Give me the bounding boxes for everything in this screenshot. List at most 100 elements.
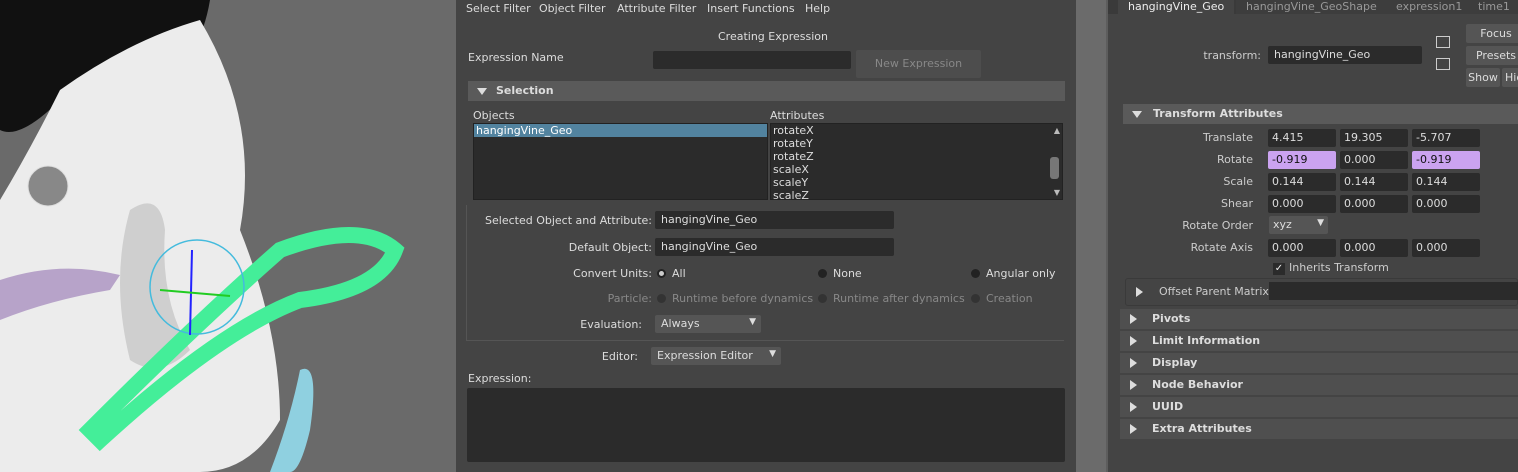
editor-dropdown[interactable]: Expression Editor ▼ [651, 347, 781, 365]
hide-button[interactable]: Hide [1502, 68, 1518, 87]
expression-editor-dialog: Select Filter Object Filter Attribute Fi… [456, 0, 1076, 472]
translate-y-field[interactable]: 19.305 [1340, 129, 1408, 147]
tab-time1[interactable]: time1 [1468, 0, 1518, 14]
rotate-order-row: Rotate Order xyz ▼ [1108, 216, 1518, 236]
section-display[interactable]: Display [1120, 353, 1518, 373]
scroll-down-icon[interactable]: ▼ [1054, 188, 1060, 197]
attribute-item[interactable]: scaleZ [771, 189, 1062, 199]
tab-hangingvine-geo[interactable]: hangingVine_Geo [1118, 0, 1235, 14]
radio-icon [657, 269, 666, 278]
convert-units-none-radio[interactable]: None [818, 267, 862, 280]
transform-name-field[interactable]: hangingVine_Geo [1268, 46, 1422, 64]
attributes-list[interactable]: rotateX rotateY rotateZ scaleX scaleY sc… [770, 123, 1063, 200]
rotate-y-field[interactable]: 0.000 [1340, 151, 1408, 169]
section-extra-attributes[interactable]: Extra Attributes [1120, 419, 1518, 439]
shear-xz-field[interactable]: 0.000 [1340, 195, 1408, 213]
object-item[interactable]: hangingVine_Geo [474, 124, 767, 137]
section-node-behavior[interactable]: Node Behavior [1120, 375, 1518, 395]
evaluation-dropdown[interactable]: Always ▼ [655, 315, 761, 333]
section-uuid[interactable]: UUID [1120, 397, 1518, 417]
shear-row: Shear 0.000 0.000 0.000 [1108, 194, 1518, 214]
attribute-item[interactable]: scaleX [771, 163, 1062, 176]
menu-attribute-filter[interactable]: Attribute Filter [617, 2, 696, 15]
rotate-axis-z-field[interactable]: 0.000 [1412, 239, 1480, 257]
shear-yz-field[interactable]: 0.000 [1412, 195, 1480, 213]
attributes-label: Attributes [770, 109, 825, 122]
editor-label: Editor: [601, 350, 638, 363]
rotate-z-field[interactable]: -0.919 [1412, 151, 1480, 169]
expand-triangle-icon [1130, 402, 1137, 412]
attributes-scrollbar[interactable] [1050, 157, 1059, 179]
focus-button[interactable]: Focus [1466, 24, 1518, 43]
rotate-order-dropdown[interactable]: xyz ▼ [1269, 216, 1328, 234]
rotate-row: Rotate -0.919 0.000 -0.919 [1108, 150, 1518, 170]
inherits-transform-checkbox[interactable]: ✓ Inherits Transform [1273, 261, 1389, 275]
3d-viewport[interactable] [0, 0, 456, 472]
scroll-up-icon[interactable]: ▲ [1054, 126, 1060, 135]
section-limit-information[interactable]: Limit Information [1120, 331, 1518, 351]
attribute-item[interactable]: scaleY [771, 176, 1062, 189]
attribute-item[interactable]: rotateX [771, 124, 1062, 137]
chevron-down-icon: ▼ [749, 317, 756, 327]
scale-x-field[interactable]: 0.144 [1268, 173, 1336, 191]
tab-hangingvine-geoshape[interactable]: hangingVine_GeoShape [1236, 0, 1387, 14]
particle-before-radio[interactable]: Runtime before dynamics [657, 292, 813, 305]
radio-label: Angular only [986, 267, 1056, 280]
menu-select-filter[interactable]: Select Filter [466, 2, 531, 15]
show-button[interactable]: Show [1466, 68, 1500, 87]
translate-z-field[interactable]: -5.707 [1412, 129, 1480, 147]
expression-textarea[interactable] [467, 388, 1065, 462]
radio-label: All [672, 267, 686, 280]
transform-attributes-header[interactable]: Transform Attributes [1123, 104, 1518, 124]
translate-x-field[interactable]: 4.415 [1268, 129, 1336, 147]
translate-label: Translate [1203, 131, 1253, 144]
scale-row: Scale 0.144 0.144 0.144 [1108, 172, 1518, 192]
convert-units-angular-radio[interactable]: Angular only [971, 267, 1056, 280]
section-title: Node Behavior [1152, 378, 1243, 391]
dialog-title: Creating Expression [718, 30, 828, 43]
selection-section-header[interactable]: Selection [468, 81, 1065, 101]
radio-label: None [833, 267, 862, 280]
radio-label: Runtime before dynamics [672, 292, 814, 305]
load-selected-icon[interactable] [1436, 36, 1450, 48]
objects-label: Objects [473, 109, 515, 122]
section-title: Limit Information [1152, 334, 1261, 347]
expand-triangle-icon [1130, 380, 1137, 390]
attribute-item[interactable]: rotateZ [771, 150, 1062, 163]
radio-icon [971, 269, 980, 278]
rotate-x-field[interactable]: -0.919 [1268, 151, 1336, 169]
offset-parent-matrix-field[interactable] [1269, 282, 1518, 300]
attribute-item[interactable]: rotateY [771, 137, 1062, 150]
expand-triangle-icon [1130, 424, 1137, 434]
rotate-axis-x-field[interactable]: 0.000 [1268, 239, 1336, 257]
menu-insert-functions[interactable]: Insert Functions [707, 2, 795, 15]
particle-creation-radio[interactable]: Creation [971, 292, 1033, 305]
shear-xy-field[interactable]: 0.000 [1268, 195, 1336, 213]
expand-triangle-icon [1130, 336, 1137, 346]
objects-list[interactable]: hangingVine_Geo [473, 123, 768, 200]
new-expression-button[interactable]: New Expression [856, 50, 981, 78]
convert-units-all-radio[interactable]: All [657, 267, 686, 280]
menu-object-filter[interactable]: Object Filter [539, 2, 606, 15]
viewport-strip [1076, 0, 1106, 472]
rotate-axis-y-field[interactable]: 0.000 [1340, 239, 1408, 257]
tab-expression1[interactable]: expression1 [1386, 0, 1473, 14]
section-title: Pivots [1152, 312, 1191, 325]
evaluation-label: Evaluation: [580, 318, 642, 331]
offset-parent-matrix-row[interactable]: Offset Parent Matrix [1125, 278, 1518, 306]
default-object-field[interactable]: hangingVine_Geo [655, 238, 894, 256]
expression-name-input[interactable] [653, 51, 851, 69]
particle-after-radio[interactable]: Runtime after dynamics [818, 292, 965, 305]
section-title: Extra Attributes [1152, 422, 1252, 435]
radio-icon [818, 294, 827, 303]
chevron-down-icon: ▼ [1317, 218, 1324, 228]
selected-obj-attr-field[interactable]: hangingVine_Geo [655, 211, 894, 229]
copy-tab-icon[interactable] [1436, 58, 1450, 70]
scale-y-field[interactable]: 0.144 [1340, 173, 1408, 191]
presets-button[interactable]: Presets [1466, 46, 1518, 65]
menu-help[interactable]: Help [805, 2, 830, 15]
evaluation-value: Always [661, 317, 700, 330]
radio-icon [971, 294, 980, 303]
scale-z-field[interactable]: 0.144 [1412, 173, 1480, 191]
section-pivots[interactable]: Pivots [1120, 309, 1518, 329]
